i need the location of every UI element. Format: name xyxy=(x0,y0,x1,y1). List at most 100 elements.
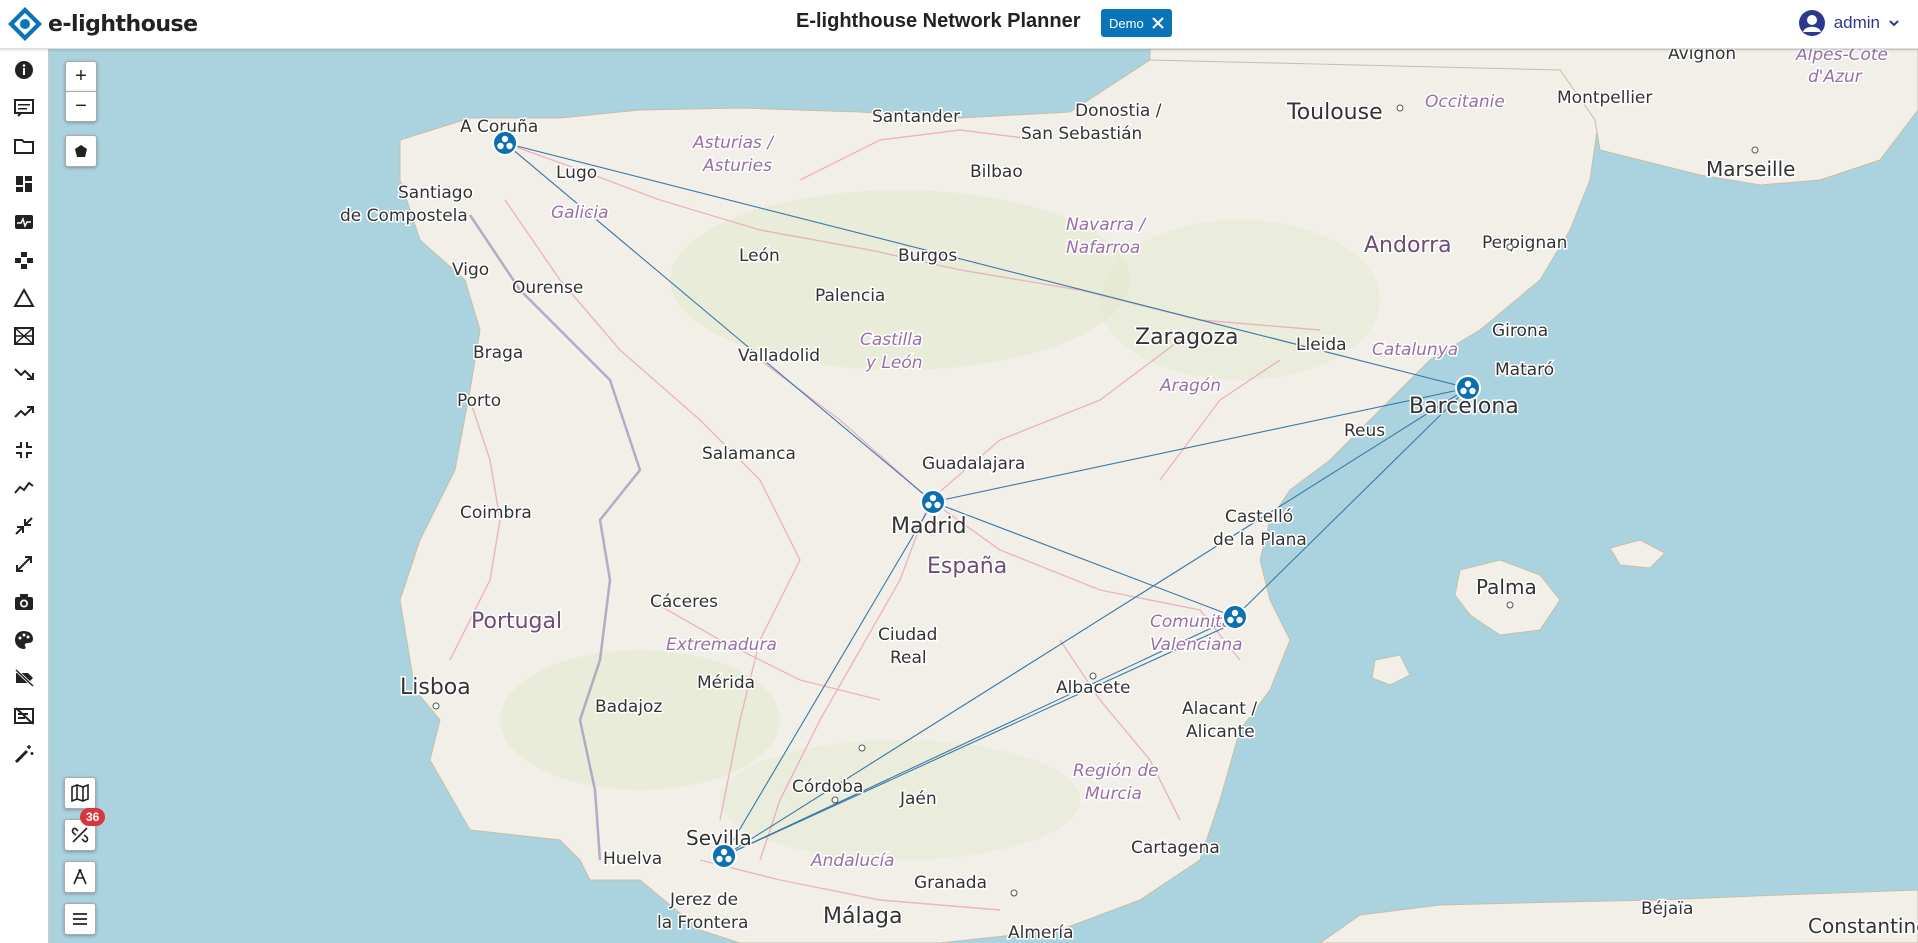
layers-menu-button[interactable] xyxy=(64,903,96,935)
info-button[interactable] xyxy=(7,54,41,86)
matrix-icon xyxy=(14,327,34,345)
camera-icon xyxy=(15,594,33,610)
svg-text:Alicante: Alicante xyxy=(1186,722,1255,742)
svg-text:Granada: Granada xyxy=(914,873,987,893)
expand-button[interactable] xyxy=(7,548,41,580)
node-sevilla[interactable] xyxy=(711,843,737,869)
svg-text:Reus: Reus xyxy=(1344,421,1385,441)
svg-text:Jerez de: Jerez de xyxy=(669,890,738,910)
svg-text:Murcia: Murcia xyxy=(1085,784,1142,804)
measure-button[interactable] xyxy=(64,861,96,893)
node-barcelona[interactable] xyxy=(1455,375,1481,401)
triangle-button[interactable] xyxy=(7,282,41,314)
broken-link-icon xyxy=(71,827,89,843)
svg-text:Salamanca: Salamanca xyxy=(702,444,796,464)
monitor-button[interactable] xyxy=(7,206,41,238)
palette-button[interactable] xyxy=(7,624,41,656)
svg-text:Jaén: Jaén xyxy=(899,789,937,809)
user-name: admin xyxy=(1833,13,1880,32)
svg-text:Toulouse: Toulouse xyxy=(1286,100,1383,125)
svg-text:Occitanie: Occitanie xyxy=(1425,92,1505,112)
trending-down-icon xyxy=(14,368,34,380)
svg-text:Constantine: Constantine xyxy=(1808,914,1918,938)
svg-text:Catalunya: Catalunya xyxy=(1372,340,1458,360)
svg-text:Porto: Porto xyxy=(457,391,501,411)
camera-button[interactable] xyxy=(7,586,41,618)
logo[interactable]: e-lighthouse xyxy=(6,4,198,44)
svg-text:San Sebastián: San Sebastián xyxy=(1021,124,1142,144)
project-badge[interactable]: Demo xyxy=(1101,9,1172,37)
svg-text:Santander: Santander xyxy=(872,107,960,127)
magic-wand-button[interactable] xyxy=(7,738,41,770)
collapse-button[interactable] xyxy=(7,434,41,466)
line-chart-button[interactable] xyxy=(7,472,41,504)
trending-down-button[interactable] xyxy=(7,358,41,390)
messages-button[interactable] xyxy=(7,92,41,124)
svg-text:de la Plana: de la Plana xyxy=(1213,530,1307,550)
expand-icon xyxy=(16,556,32,572)
user-avatar-icon xyxy=(1798,10,1825,36)
svg-text:Cartagena: Cartagena xyxy=(1131,838,1220,858)
network-map[interactable]: Galicia Asturias / Asturies Navarra / Na… xyxy=(49,49,1918,943)
node-a-coruna[interactable] xyxy=(492,130,518,156)
folder-button[interactable] xyxy=(7,130,41,162)
polygon-icon xyxy=(75,145,87,157)
svg-text:Donostia /: Donostia / xyxy=(1075,101,1162,121)
dashboard-button[interactable] xyxy=(7,168,41,200)
svg-text:la Frontera: la Frontera xyxy=(657,913,748,933)
matrix-button[interactable] xyxy=(7,320,41,352)
svg-text:Vigo: Vigo xyxy=(452,260,489,280)
svg-text:Guadalajara: Guadalajara xyxy=(922,454,1025,474)
user-menu[interactable]: admin xyxy=(1798,9,1900,37)
svg-text:Alpes-Côte: Alpes-Côte xyxy=(1795,49,1888,65)
page-title: E-lighthouse Network Planner xyxy=(796,10,1081,32)
dashboard-icon xyxy=(16,176,32,192)
svg-text:Lleida: Lleida xyxy=(1296,335,1347,355)
draw-polygon-button[interactable] xyxy=(65,135,97,167)
palette-icon xyxy=(15,631,33,649)
logo-text: e-lighthouse xyxy=(48,11,198,37)
svg-text:Marseille: Marseille xyxy=(1706,157,1795,181)
svg-text:Castilla: Castilla xyxy=(860,330,922,350)
folder-icon xyxy=(14,139,34,154)
svg-text:Girona: Girona xyxy=(1492,321,1548,341)
svg-text:Coimbra: Coimbra xyxy=(460,503,532,523)
collapse-icon xyxy=(16,442,32,458)
svg-text:Mérida: Mérida xyxy=(697,673,755,693)
close-icon[interactable] xyxy=(1151,17,1164,29)
svg-text:Santiago: Santiago xyxy=(398,183,473,203)
left-toolbar xyxy=(0,49,49,943)
zoom-in-button[interactable]: + xyxy=(65,61,97,92)
svg-text:Huelva: Huelva xyxy=(603,849,662,869)
svg-text:Galicia: Galicia xyxy=(551,203,609,223)
svg-text:Bilbao: Bilbao xyxy=(970,162,1023,182)
messages-icon xyxy=(14,99,34,117)
info-icon xyxy=(15,61,33,79)
map-canvas[interactable]: Galicia Asturias / Asturies Navarra / Na… xyxy=(49,49,1918,943)
shrink-icon xyxy=(15,517,33,535)
svg-text:Mataró: Mataró xyxy=(1495,360,1554,380)
svg-text:Zaragoza: Zaragoza xyxy=(1135,325,1239,350)
svg-text:Málaga: Málaga xyxy=(823,904,903,929)
node-valencia[interactable] xyxy=(1222,604,1248,630)
base-map-button[interactable] xyxy=(64,777,96,809)
project-badge-label: Demo xyxy=(1109,15,1144,31)
shrink-button[interactable] xyxy=(7,510,41,542)
trending-up-button[interactable] xyxy=(7,396,41,428)
svg-text:de Compostela: de Compostela xyxy=(340,206,468,226)
svg-text:Perpignan: Perpignan xyxy=(1482,233,1567,253)
zoom-out-button[interactable]: − xyxy=(65,91,97,122)
svg-text:Badajoz: Badajoz xyxy=(595,697,662,717)
svg-text:Valenciana: Valenciana xyxy=(1150,635,1243,655)
hide-labels-icon xyxy=(14,668,35,688)
node-madrid[interactable] xyxy=(920,489,946,515)
map-icon xyxy=(71,784,89,802)
svg-text:España: España xyxy=(927,554,1007,579)
svg-text:Avignon: Avignon xyxy=(1668,49,1736,64)
svg-text:Ciudad: Ciudad xyxy=(878,625,937,645)
network-button[interactable] xyxy=(7,244,41,276)
svg-text:Lisboa: Lisboa xyxy=(400,675,471,700)
hide-cards-button[interactable] xyxy=(7,700,41,732)
triangle-icon xyxy=(13,287,35,307)
hide-labels-button[interactable] xyxy=(7,662,41,694)
